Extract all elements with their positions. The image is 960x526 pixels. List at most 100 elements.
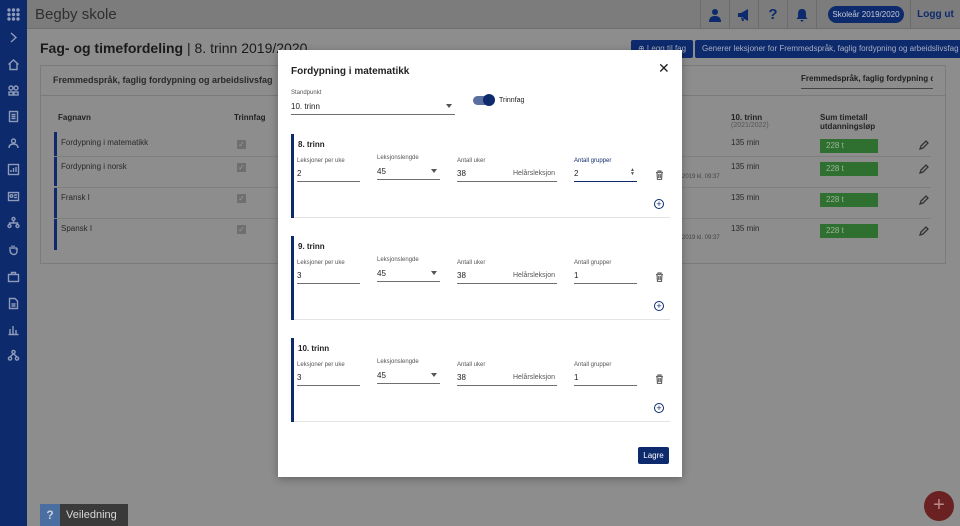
page-title: Fag- og timefordeling | 8. trinn 2019/20… [40,40,308,56]
sum-badge: 228 t [820,224,878,238]
chevron-down-icon [431,169,437,173]
column-sum: Sum timetall utdanningsløp [820,113,876,131]
sum-badge: 228 t [820,139,878,153]
subject-name[interactable]: Fordypning i norsk [61,162,127,171]
subject-name[interactable]: Fransk I [61,193,90,202]
chevron-down-icon [446,104,452,108]
trash-icon[interactable] [655,170,664,181]
add-fab-button[interactable]: + [924,491,954,521]
section-bar [291,236,294,320]
edit-pencil-icon[interactable] [918,226,929,237]
subject-name[interactable]: Fordypning i matematikk [61,138,148,147]
spinner-arrows-icon[interactable]: ▲ ▼ [630,168,635,177]
groups-icon[interactable] [6,84,21,99]
uker-suffix: Helårsleksjon [513,170,556,177]
grupper-label: Antall grupper [574,158,612,164]
bell-icon[interactable] [787,0,816,29]
column-trinnfag: Trinnfag [234,113,266,122]
standpunkt-select[interactable]: 10. trinn [291,102,455,115]
org-structure-icon[interactable] [6,349,21,364]
top-bar: Begby skole ? Skoleår 2019/2020 Logg ut [27,0,960,29]
school-year-button[interactable]: Skoleår 2019/2020 [828,6,904,23]
generate-lessons-button[interactable]: Generer leksjoner for Fremmedspråk, fagl… [695,40,960,58]
save-button[interactable]: Lagre [638,447,669,464]
lengde-label: Leksjonslengde [377,257,419,263]
edit-pencil-icon[interactable] [918,195,929,206]
chevron-down-icon [431,271,437,275]
edit-subject-modal: Fordypning i matematikk ✕ Standpunkt 10.… [278,50,682,477]
section-bar [291,134,294,218]
id-card-icon[interactable] [6,190,21,205]
expand-chevron-icon[interactable] [6,31,21,46]
megaphone-icon[interactable] [729,0,758,29]
uker-label: Antall uker [457,158,486,164]
lpu-input[interactable]: 3 [297,271,360,284]
grupper-label: Antall grupper [574,362,612,368]
section-title: 8. trinn [298,140,325,149]
people-icon[interactable] [6,137,21,152]
logout-button[interactable]: Logg ut [910,0,960,29]
home-icon[interactable] [6,58,21,73]
edit-pencil-icon[interactable] [918,164,929,175]
document-list-icon[interactable] [6,110,21,125]
section-trinn-8: 8. trinn Leksjoner per uke 2 Leksjonslen… [291,134,670,218]
minutes-10: 135 min [731,162,760,171]
network-icon[interactable] [6,216,21,231]
section-trinn-10: 10. trinn Leksjoner per uke 3 Leksjonsle… [291,338,670,422]
lpu-input[interactable]: 3 [297,373,360,386]
category-select[interactable]: Fremmedspråk, faglig fordypning og ▾ [801,74,933,89]
lengde-select[interactable]: 45 [377,269,440,282]
help-question-icon[interactable]: ? [758,0,787,29]
panel-title: Fremmedspråk, faglig fordypning og arbei… [53,75,273,85]
trinnfag-checkbox: ✓ [237,225,246,234]
add-circle-icon[interactable]: + [654,301,664,311]
uker-suffix: Helårsleksjon [513,374,556,381]
bar-chart-icon[interactable] [6,323,21,338]
sum-badge: 228 t [820,162,878,176]
briefcase-icon[interactable] [6,270,21,285]
subject-name[interactable]: Spansk I [61,224,92,233]
lengde-select[interactable]: 45 [377,371,440,384]
report-icon[interactable] [6,297,21,312]
trinnfag-checkbox: ✓ [237,163,246,172]
uker-label: Antall uker [457,260,486,266]
row-note: 2019 kl. 09:37 [682,235,720,241]
section-title: 10. trinn [298,344,330,353]
minutes-10: 135 min [731,138,760,147]
edit-pencil-icon[interactable] [918,140,929,151]
trinnfag-toggle-knob[interactable] [483,94,495,106]
row-group-bar [54,188,57,250]
hand-icon[interactable] [6,243,21,258]
app-grid-icon[interactable] [6,8,21,23]
grupper-input[interactable]: 1 [574,271,637,284]
lpu-label: Leksjoner per uke [297,260,345,266]
grupper-input[interactable]: 2 ▲ ▼ [574,168,637,182]
lengde-label: Leksjonslengde [377,155,419,161]
section-title: 9. trinn [298,242,325,251]
standpunkt-label: Standpunkt [291,90,322,96]
lpu-input[interactable]: 2 [297,169,360,182]
chart-box-icon[interactable] [6,163,21,178]
chevron-down-icon [431,373,437,377]
lpu-label: Leksjoner per uke [297,362,345,368]
column-fagnavn: Fagnavn [58,113,91,122]
minutes-10: 135 min [731,224,760,233]
section-bar [291,338,294,422]
trinnfag-toggle-label: Trinnfag [499,97,525,104]
lengde-label: Leksjonslengde [377,359,419,365]
add-circle-icon[interactable]: + [654,403,664,413]
user-icon[interactable] [700,0,729,29]
trash-icon[interactable] [655,272,664,283]
add-circle-icon[interactable]: + [654,199,664,209]
lengde-select[interactable]: 45 [377,167,440,180]
grupper-input[interactable]: 1 [574,373,637,386]
help-icon: ? [40,504,60,526]
close-icon[interactable]: ✕ [658,61,670,75]
app-title: Begby skole [35,6,117,23]
trinnfag-checkbox: ✓ [237,194,246,203]
uker-suffix: Helårsleksjon [513,272,556,279]
lpu-label: Leksjoner per uke [297,158,345,164]
trash-icon[interactable] [655,374,664,385]
sum-badge: 228 t [820,193,878,207]
guide-button[interactable]: ? Veiledning [40,504,128,526]
